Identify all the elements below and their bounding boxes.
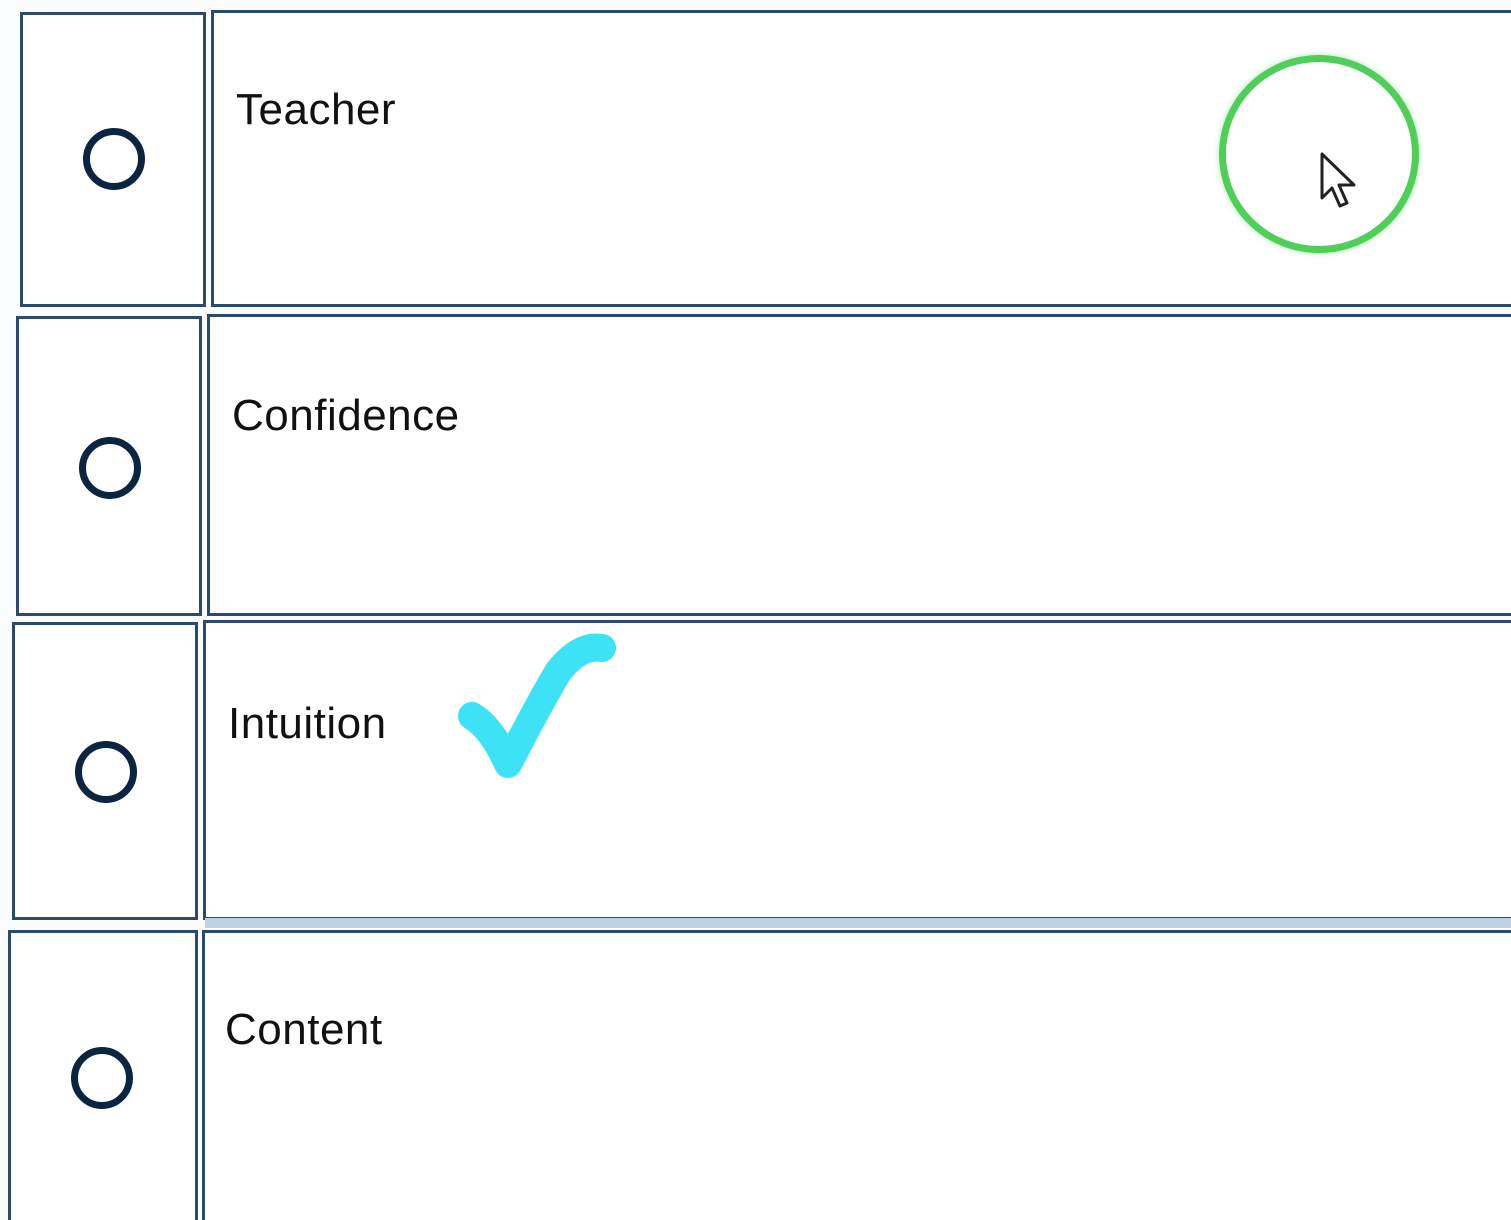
option-label: Teacher [236,85,397,134]
option-label: Confidence [232,391,460,440]
label-cell[interactable]: Content [202,930,1511,1220]
radio-button-confidence[interactable] [79,437,141,499]
radio-cell[interactable] [12,622,198,920]
option-row-confidence[interactable]: Confidence [0,310,1511,616]
option-label: Content [225,1005,383,1054]
option-label: Intuition [228,699,387,748]
radio-cell[interactable] [8,930,198,1220]
label-cell[interactable]: Confidence [207,314,1511,616]
option-row-content[interactable]: Content [0,928,1511,1220]
radio-button-intuition[interactable] [75,741,137,803]
radio-button-content[interactable] [71,1047,133,1109]
row-divider [205,918,1511,928]
radio-cell[interactable] [16,316,202,616]
answer-choices: Teacher Confidence Intuition Content [0,0,1511,1220]
label-cell[interactable]: Intuition [203,620,1511,920]
option-row-intuition[interactable]: Intuition [0,616,1511,920]
radio-button-teacher[interactable] [83,128,145,190]
checkmark-icon [458,633,616,778]
mouse-pointer-icon [1320,152,1356,208]
radio-cell[interactable] [20,12,206,307]
